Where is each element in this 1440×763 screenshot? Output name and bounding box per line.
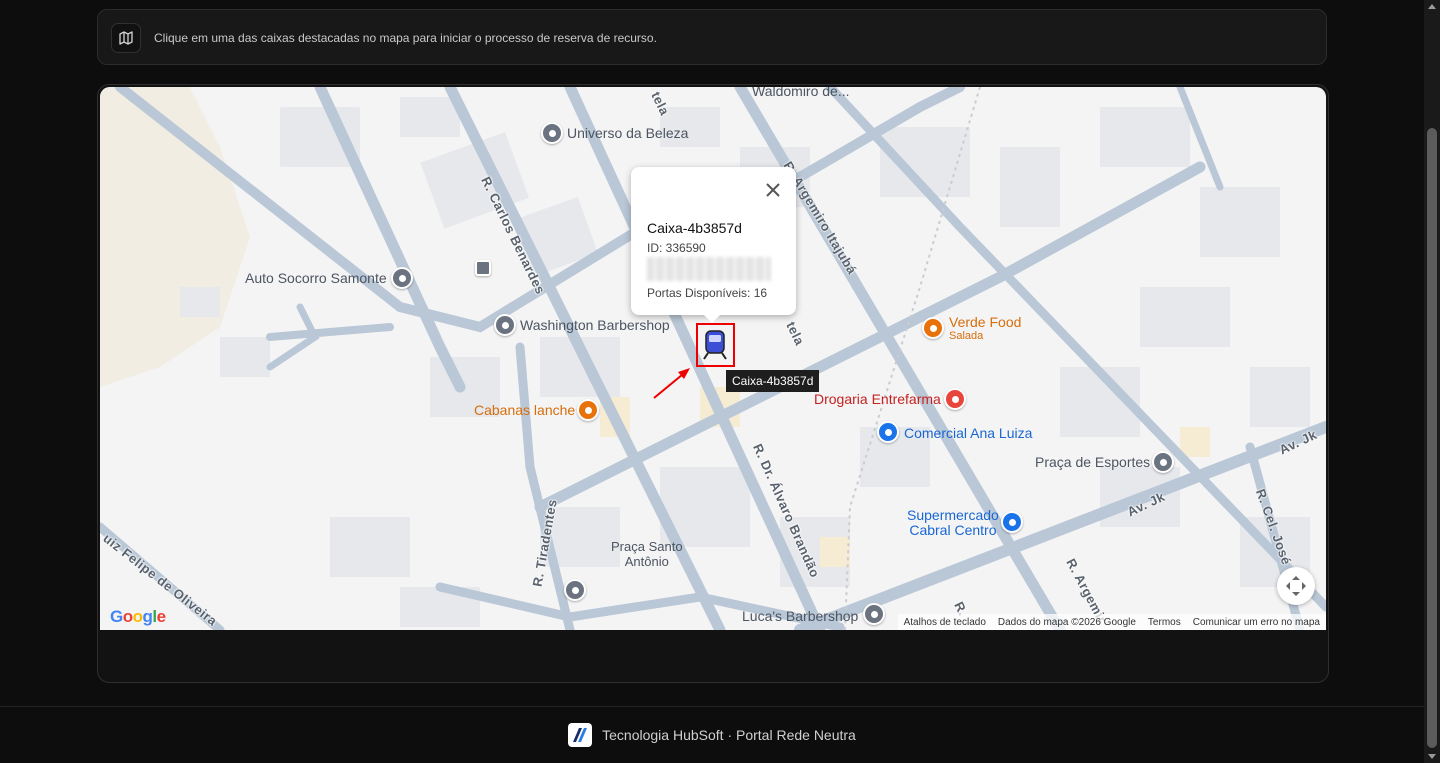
popup-title: Caixa-4b3857d	[647, 220, 742, 236]
scrollbar-thumb[interactable]	[1427, 128, 1437, 748]
map-icon	[111, 23, 141, 53]
keyboard-shortcuts-link[interactable]: Atalhos de teclado	[898, 617, 992, 628]
restaurant-icon[interactable]	[577, 399, 599, 421]
poi-label[interactable]: Luca's Barbershop	[742, 608, 858, 624]
poi-label[interactable]: Cabanas lanche	[474, 402, 575, 418]
popup-id: ID: 336590	[647, 241, 706, 255]
poi-label[interactable]: Verde Food Salada	[949, 314, 1021, 342]
popup-ports: Portas Disponíveis: 16	[647, 286, 768, 300]
move-arrows-icon	[1286, 576, 1306, 596]
map-canvas[interactable]: R. Carlos Benardes R. Argemiro Itajubá R…	[100, 87, 1326, 630]
hubsoft-logo-icon	[568, 723, 593, 747]
caixa-info-popup: Caixa-4b3857d ID: 336590 Portas Disponív…	[631, 167, 796, 323]
scroll-down-icon[interactable]	[1428, 754, 1436, 759]
map-data-text: Dados do mapa ©2026 Google	[997, 616, 1136, 628]
pharmacy-icon[interactable]	[944, 388, 966, 410]
redacted-address	[647, 257, 771, 281]
poi-label[interactable]: Praça Santo Antônio	[611, 539, 683, 569]
place-pin-icon[interactable]	[564, 579, 586, 601]
poi-label[interactable]: Drogaria Entrefarma	[814, 391, 941, 407]
close-icon[interactable]	[764, 181, 782, 199]
place-pin-icon[interactable]	[863, 603, 885, 625]
google-logo: Google	[110, 607, 166, 626]
map-camera-control-button[interactable]	[1277, 567, 1315, 605]
page-scrollbar[interactable]	[1424, 0, 1440, 763]
place-pin-icon[interactable]	[541, 122, 563, 144]
shopping-cart-icon[interactable]	[1001, 511, 1023, 533]
marker-tooltip: Caixa-4b3857d	[726, 370, 820, 392]
caixa-marker[interactable]	[696, 323, 735, 367]
shopping-icon[interactable]	[877, 421, 899, 443]
footer-text: Tecnologia HubSoft · Portal Rede Neutra	[602, 727, 856, 743]
scroll-up-icon[interactable]	[1428, 4, 1436, 9]
caixa-box-icon	[703, 330, 727, 360]
footer: Tecnologia HubSoft · Portal Rede Neutra	[0, 707, 1424, 763]
instruction-text: Clique em uma das caixas destacadas no m…	[154, 31, 657, 45]
arrow-icon	[653, 368, 690, 399]
map-card: R. Carlos Benardes R. Argemiro Itajubá R…	[97, 84, 1329, 683]
map-attribution: Atalhos de teclado Dados do mapa ©2026 G…	[897, 614, 1326, 630]
place-pin-icon[interactable]	[494, 314, 516, 336]
bus-stop-icon[interactable]	[475, 260, 491, 276]
poi-label[interactable]: Universo da Beleza	[567, 125, 688, 141]
poi-label[interactable]: Comercial Ana Luiza	[904, 425, 1032, 441]
poi-label[interactable]: Waldomiro de...	[752, 87, 850, 99]
report-error-link[interactable]: Comunicar um erro no mapa	[1187, 617, 1326, 628]
restaurant-icon[interactable]	[922, 317, 944, 339]
poi-label[interactable]: Washington Barbershop	[520, 317, 670, 333]
poi-label[interactable]: Supermercado Cabral Centro	[907, 508, 999, 538]
place-pin-icon[interactable]	[391, 267, 413, 289]
poi-label[interactable]: Praça de Esportes	[1035, 454, 1150, 470]
poi-label[interactable]: Auto Socorro Samonte	[245, 270, 387, 286]
terms-link[interactable]: Termos	[1142, 617, 1187, 628]
instruction-banner: Clique em uma das caixas destacadas no m…	[97, 9, 1327, 65]
place-pin-icon[interactable]	[1152, 451, 1174, 473]
